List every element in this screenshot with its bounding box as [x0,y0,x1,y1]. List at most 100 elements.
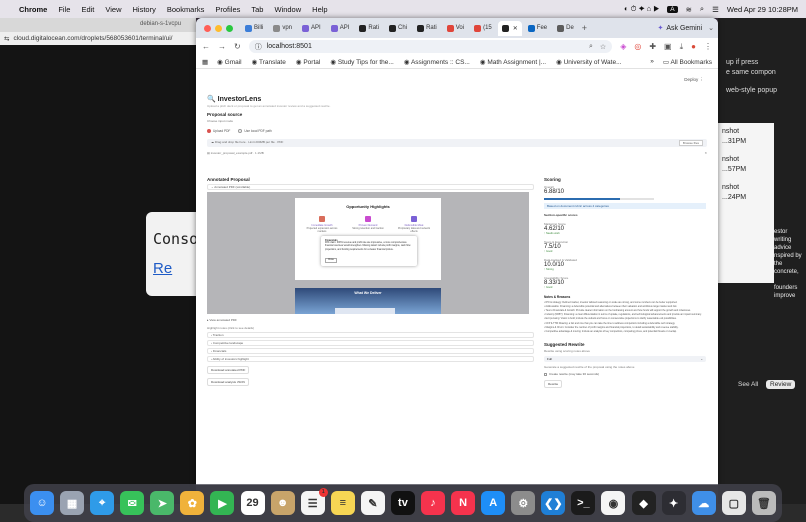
site-info-icon[interactable]: ⓘ [255,42,262,52]
dock-notes-icon[interactable]: ≡ [330,491,355,515]
browser-tab[interactable]: Rati [355,21,383,36]
extensions-puzzle-icon[interactable]: ✚ [649,42,656,51]
bookmark-item[interactable]: ◉ Translate [252,58,286,66]
screenshot-list[interactable]: nshot ...31PM nshot ...57PM nshot ...24PM [718,123,774,283]
see-all-link[interactable]: See All [738,381,758,388]
dock-reminders-icon[interactable]: ☰ 1 [300,488,328,515]
apps-grid-icon[interactable]: ▦ [202,58,208,66]
browser-tab[interactable]: De [553,21,578,36]
tab-search-icon[interactable]: ⌄ [708,24,714,32]
menu-window[interactable]: Window [274,5,301,14]
dock-trash-icon[interactable]: 🗑 [751,491,776,515]
forward-icon[interactable]: → [218,42,226,51]
wifi-icon[interactable]: ≋ [686,5,692,14]
pdf-viewer[interactable]: Opportunity Highlights Immediate Growth P… [207,192,529,314]
bookmark-item[interactable]: ◉ University of Wate... [556,58,621,66]
profile-avatar[interactable]: ● [691,42,696,51]
deploy-button[interactable]: Deploy ⋮ [684,77,704,83]
zoom-window-button[interactable] [226,24,233,32]
extension-icon[interactable]: ◈ [620,42,626,51]
menu-app-name[interactable]: Chrome [19,5,47,14]
back-icon[interactable]: ← [202,42,210,51]
view-annotated-toggle[interactable]: ▸ View annotated PDF [207,318,534,322]
rewrite-button[interactable]: Rewrite [544,380,563,389]
dock-ai-app-icon[interactable]: ✦ [661,491,686,515]
bookmark-item[interactable]: ◉ Gmail [217,58,241,66]
dock-drive-icon[interactable]: ☁ [691,491,716,515]
download-pdf-button[interactable]: Download annotated PDF [207,366,250,374]
bookmark-item[interactable]: ◉ Portal [296,58,320,66]
highlight-row[interactable]: › Financials [207,348,534,354]
chevron-right-icon[interactable]: » [650,58,654,65]
bg-tab[interactable]: debian-s-1vcpu [0,18,196,32]
dock-cursor-icon[interactable]: ◆ [631,491,656,515]
status-icons[interactable]: ◐ ⏱ ✦ ⌂ ▶ [624,4,659,14]
ask-gemini-button[interactable]: ✦ Ask Gemini [657,24,706,33]
dock-safari-icon[interactable]: ⌖ [90,491,115,515]
all-bookmarks[interactable]: ▭ All Bookmarks [663,58,712,66]
menu-edit[interactable]: Edit [81,5,94,14]
browser-tab[interactable]: Billi [241,21,267,36]
dock-tv-icon[interactable]: tv [390,491,415,515]
chrome-menu-icon[interactable]: ⋮ [704,42,712,51]
menu-history[interactable]: History [133,5,156,14]
browser-tab[interactable]: API [327,21,354,36]
remove-file-icon[interactable]: ✕ [704,151,707,155]
annotated-pdf-expander[interactable]: ⌄ Annotated PDF (scrollable) [207,184,534,190]
extension-icon-2[interactable]: ◎ [634,42,641,51]
zoom-icon[interactable]: ⌕ [589,43,593,51]
file-uploader[interactable]: ☁ Drag and drop file here · Limit 200MB … [207,139,707,148]
highlight-row[interactable]: › Competitive landscape [207,340,534,346]
dock-terminal-icon[interactable]: >_ [571,491,596,515]
browser-tab[interactable]: ✕ [497,20,522,36]
bookmark-item[interactable]: ◉ Math Assignment |... [480,58,546,66]
menu-bookmarks[interactable]: Bookmarks [167,5,205,14]
side-panel-icon[interactable]: ▣ [664,42,672,51]
new-tab-button[interactable]: + [582,23,587,33]
browser-tab[interactable]: Fee [524,21,551,36]
popup-close-button[interactable]: Close [325,257,337,263]
rewrite-checkbox[interactable]: Create rewrite (may take 30 seconds) [544,372,706,376]
dock-freeform-icon[interactable]: ✎ [360,491,385,515]
close-window-button[interactable] [204,24,211,32]
dock-vscode-icon[interactable]: ❮❯ [541,491,566,515]
dock-preview-icon[interactable]: ▢ [721,491,746,515]
browser-tab[interactable]: API [298,21,325,36]
radio-local-path[interactable]: Use local PDF path [238,129,272,134]
browser-tab[interactable]: Chi [385,21,411,36]
radio-upload-pdf[interactable]: Upload PDF [207,129,230,134]
dock-music-icon[interactable]: ♪ [421,491,446,515]
input-source-badge[interactable]: A [667,5,678,13]
bg-url-bar[interactable]: ⇆ cloud.digitalocean.com/droplets/568053… [0,32,196,45]
browser-tab[interactable]: vpn [269,21,296,36]
close-tab-icon[interactable]: ✕ [513,25,518,32]
dock-maps-icon[interactable]: ➤ [150,491,175,515]
dock-launchpad-icon[interactable]: ▦ [60,491,85,515]
rewrite-mode-select[interactable]: Full ⌄ [544,356,706,363]
bookmark-item[interactable]: ◉ Assignments :: CS... [404,58,470,66]
dock-system-settings-icon[interactable]: ⚙ [511,491,536,515]
dock-app-store-icon[interactable]: A [481,491,506,515]
dock-chrome-icon[interactable]: ◉ [601,491,626,515]
bookmark-item[interactable]: ◉ Study Tips for the... [330,58,393,66]
search-icon[interactable]: ⌕ [700,4,704,14]
highlight-row[interactable]: › Traction [207,332,534,338]
dock-finder-icon[interactable]: ☺ [30,491,54,515]
dock-messages-icon[interactable]: ✉ [120,491,145,515]
menu-file[interactable]: File [58,5,70,14]
browse-files-button[interactable]: Browse files [678,140,703,147]
browser-tab[interactable]: (15 [470,21,496,36]
control-center-icon[interactable]: ☰ [712,5,719,14]
menu-view[interactable]: View [105,5,121,14]
minimize-window-button[interactable] [215,24,222,32]
download-analysis-button[interactable]: Download analysis JSON [207,378,249,386]
dock-facetime-icon[interactable]: ▶ [210,491,235,515]
reload-icon[interactable]: ↻ [234,42,241,51]
dock-contacts-icon[interactable]: ☻ [270,491,295,515]
highlight-row[interactable]: › Ability of investors highlight [207,356,534,362]
review-button[interactable]: Review [766,380,796,389]
download-icon[interactable]: ⤓ [680,42,684,52]
menu-profiles[interactable]: Profiles [215,5,240,14]
dock-calendar-icon[interactable]: 29 [240,491,265,515]
dock-photos-icon[interactable]: ✿ [180,491,205,515]
